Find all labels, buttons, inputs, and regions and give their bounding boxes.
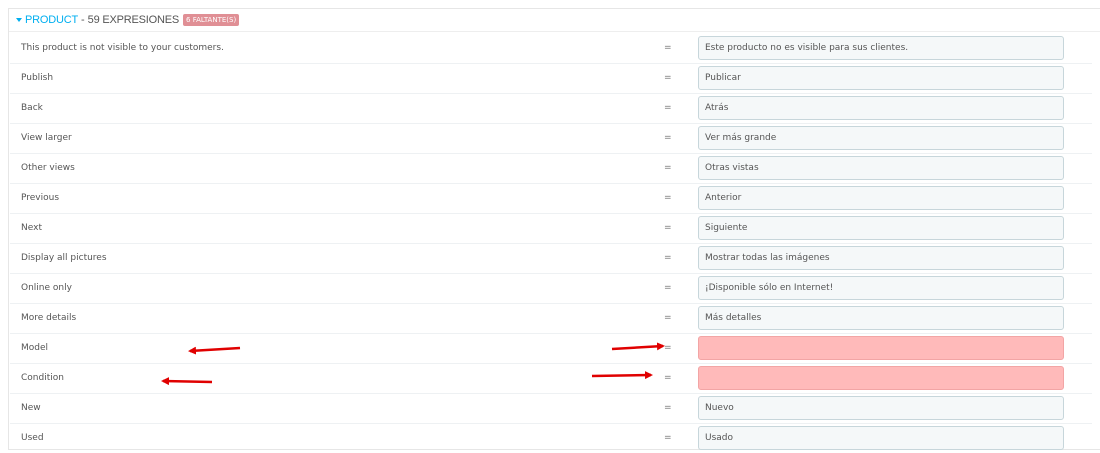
translation-input[interactable]: Este producto no es visible para sus cli… <box>698 36 1064 60</box>
source-string: Previous <box>21 193 60 203</box>
translation-input[interactable]: Ver más grande <box>698 126 1064 150</box>
translation-row: This product is not visible to your cust… <box>10 34 1092 64</box>
expression-count: 59 EXPRESIONES <box>87 14 180 26</box>
panel-heading: PRODUCT - 59 EXPRESIONES 6 FALTANTE(S) <box>9 9 1100 32</box>
equals-sign: = <box>664 373 672 383</box>
equals-sign: = <box>664 43 672 53</box>
equals-sign: = <box>664 223 672 233</box>
translation-list: This product is not visible to your cust… <box>10 34 1092 453</box>
source-string: Used <box>21 433 44 443</box>
source-string: Publish <box>21 73 54 83</box>
section-toggle-link[interactable]: PRODUCT <box>25 14 78 26</box>
equals-sign: = <box>664 193 672 203</box>
translation-row: Used = Usado <box>10 424 1092 453</box>
source-string: This product is not visible to your cust… <box>21 43 224 53</box>
translation-input[interactable]: Mostrar todas las imágenes <box>698 246 1064 270</box>
source-string: Condition <box>21 373 64 383</box>
translation-row: Display all pictures = Mostrar todas las i… <box>10 244 1092 274</box>
translation-row: Back = Atrás <box>10 94 1092 124</box>
caret-down-icon[interactable] <box>16 18 22 22</box>
translation-row: View larger = Ver más grande <box>10 124 1092 154</box>
translation-row: Next = Siguiente <box>10 214 1092 244</box>
translation-input[interactable]: Atrás <box>698 96 1064 120</box>
equals-sign: = <box>664 403 672 413</box>
equals-sign: = <box>664 253 672 263</box>
missing-count-badge: 6 FALTANTE(S) <box>183 14 240 26</box>
title-separator: - <box>81 14 85 26</box>
source-string: Model <box>21 343 49 353</box>
translation-input[interactable]: Siguiente <box>698 216 1064 240</box>
translation-input[interactable]: ¡Disponible sólo en Internet! <box>698 276 1064 300</box>
translation-input[interactable]: Otras vistas <box>698 156 1064 180</box>
source-string: Next <box>21 223 42 233</box>
equals-sign: = <box>664 73 672 83</box>
source-string: Back <box>21 103 43 113</box>
source-string: New <box>21 403 41 413</box>
translation-row: Publish = Publicar <box>10 64 1092 94</box>
translation-row: Previous = Anterior <box>10 184 1092 214</box>
equals-sign: = <box>664 433 672 443</box>
source-string: Other views <box>21 163 75 173</box>
translation-input[interactable]: Usado <box>698 426 1064 450</box>
translation-row: Model = <box>10 334 1092 364</box>
translation-row: New = Nuevo <box>10 394 1092 424</box>
translation-row: Condition = <box>10 364 1092 394</box>
source-string: Online only <box>21 283 72 293</box>
source-string: Display all pictures <box>21 253 107 263</box>
translation-input-missing[interactable] <box>698 366 1064 390</box>
translation-input[interactable]: Publicar <box>698 66 1064 90</box>
translation-input[interactable]: Anterior <box>698 186 1064 210</box>
translation-row: Other views = Otras vistas <box>10 154 1092 184</box>
translation-input[interactable]: Más detalles <box>698 306 1064 330</box>
equals-sign: = <box>664 313 672 323</box>
equals-sign: = <box>664 283 672 293</box>
translation-input[interactable]: Nuevo <box>698 396 1064 420</box>
equals-sign: = <box>664 343 672 353</box>
equals-sign: = <box>664 103 672 113</box>
translation-row: More details = Más detalles <box>10 304 1092 334</box>
translation-input-missing[interactable] <box>698 336 1064 360</box>
translation-row: Online only = ¡Disponible sólo en Internet… <box>10 274 1092 304</box>
source-string: View larger <box>21 133 72 143</box>
source-string: More details <box>21 313 77 323</box>
equals-sign: = <box>664 133 672 143</box>
equals-sign: = <box>664 163 672 173</box>
